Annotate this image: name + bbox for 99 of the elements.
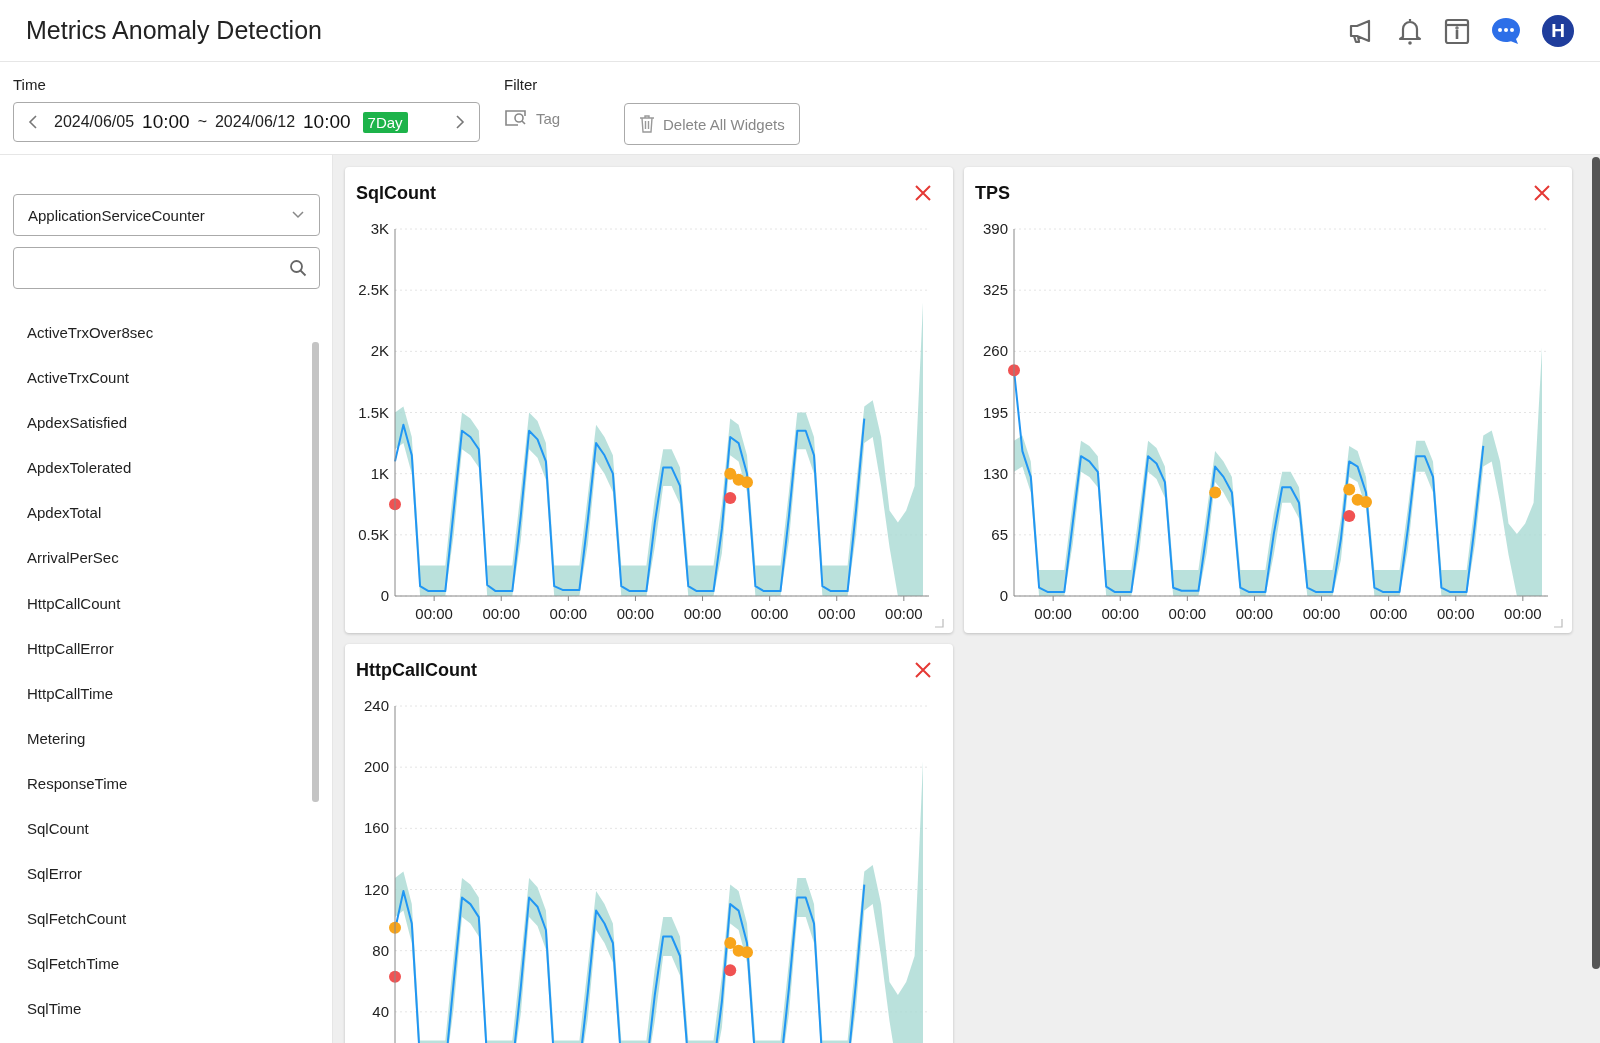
y-axis-label: 0 — [380, 587, 389, 604]
y-axis-label: 200 — [363, 758, 389, 776]
y-axis-label: 160 — [363, 819, 389, 837]
metric-list-item[interactable]: ApdexTolerated — [27, 445, 320, 491]
anomaly-dot[interactable] — [1343, 510, 1356, 522]
metric-list-item[interactable]: HttpCallTime — [27, 670, 320, 716]
scrollbar-thumb[interactable] — [312, 342, 319, 802]
anomaly-dot[interactable] — [1360, 496, 1372, 509]
tag-search-icon — [504, 108, 528, 128]
x-axis-label: 00:00 — [1168, 605, 1207, 622]
delete-all-widgets-button[interactable]: Delete All Widgets — [624, 103, 800, 145]
scrollbar-thumb[interactable] — [1592, 157, 1600, 969]
info-book-icon[interactable] — [1444, 16, 1470, 45]
avatar[interactable]: H — [1542, 14, 1574, 47]
widget-title: TPS — [975, 181, 1010, 204]
x-axis-label: 00:00 — [415, 605, 453, 622]
start-time: 10:00 — [142, 111, 190, 133]
metric-list-item[interactable]: ResponseTime — [27, 760, 320, 807]
chevron-left-icon[interactable] — [28, 114, 38, 130]
resize-handle-icon[interactable] — [934, 618, 944, 628]
range-separator: ~ — [197, 113, 207, 131]
metric-list-item[interactable]: ActiveTrxOver8sec — [27, 310, 320, 356]
y-axis-label: 120 — [363, 880, 389, 898]
y-axis-label: 80 — [372, 941, 389, 959]
y-axis-label: 0.5K — [358, 525, 389, 543]
y-axis-label: 260 — [982, 342, 1008, 360]
time-range-picker[interactable]: 2024/06/05 10:00 ~ 2024/06/12 10:00 7Day — [13, 102, 480, 142]
metric-list-item[interactable]: ApdexTotal — [27, 490, 320, 536]
x-axis-label: 00:00 — [616, 605, 655, 622]
x-axis-label: 00:00 — [1436, 605, 1475, 622]
y-axis-label: 240 — [363, 697, 389, 714]
close-button[interactable] — [1534, 185, 1550, 201]
y-axis-label: 390 — [982, 220, 1008, 237]
metric-list-item[interactable]: SqlCount — [27, 806, 320, 852]
x-axis-label: 00:00 — [683, 605, 722, 622]
y-axis-label: 3K — [370, 220, 389, 237]
anomaly-dot[interactable] — [1008, 364, 1020, 377]
chat-icon[interactable] — [1490, 15, 1522, 46]
counter-dropdown[interactable]: ApplicationServiceCounter — [13, 194, 320, 236]
anomaly-dot[interactable] — [724, 937, 737, 950]
anomaly-dot[interactable] — [1209, 486, 1222, 499]
x-axis-label: 00:00 — [482, 605, 520, 622]
x-axis-label: 00:00 — [1369, 605, 1408, 622]
anomaly-dot[interactable] — [724, 964, 737, 977]
metric-list-item[interactable]: Metering — [27, 715, 320, 761]
x-axis-label: 00:00 — [1302, 605, 1341, 622]
time-label: Time — [13, 76, 47, 94]
y-axis-label: 325 — [982, 281, 1008, 299]
y-axis-label: 2.5K — [358, 281, 389, 299]
anomaly-dot[interactable] — [389, 970, 401, 983]
metric-list-item[interactable]: SqlTime — [27, 986, 320, 1032]
chevron-right-icon[interactable] — [455, 114, 465, 130]
widget-title: SqlCount — [356, 181, 436, 204]
anomaly-dot[interactable] — [389, 921, 401, 934]
anomaly-dot[interactable] — [724, 492, 737, 504]
x-axis-label: 00:00 — [1101, 605, 1139, 622]
chevron-down-icon — [292, 211, 304, 219]
y-axis-label: 1.5K — [358, 403, 389, 421]
start-date: 2024/06/05 — [54, 113, 135, 131]
y-axis-label: 195 — [982, 403, 1008, 421]
widget-title: HttpCallCount — [356, 658, 477, 681]
metric-list-item[interactable]: ApdexSatisfied — [27, 400, 320, 446]
filter-label: Filter — [504, 76, 539, 94]
resize-handle-icon[interactable] — [1553, 618, 1563, 628]
trash-icon — [639, 115, 655, 133]
metric-list-item[interactable]: ArrivalPerSec — [27, 535, 320, 581]
anomaly-dot[interactable] — [1343, 483, 1356, 496]
anomaly-dot[interactable] — [741, 946, 753, 959]
y-axis-label: 65 — [991, 525, 1008, 543]
y-axis-label: 0 — [999, 587, 1008, 604]
page-title: Metrics Anomaly Detection — [26, 16, 322, 45]
y-axis-label: 1K — [370, 464, 389, 482]
x-axis-label: 00:00 — [1235, 605, 1274, 622]
end-time: 10:00 — [303, 111, 351, 133]
anomaly-dot[interactable] — [741, 476, 753, 489]
x-axis-label: 00:00 — [1504, 605, 1542, 622]
anomaly-dot[interactable] — [724, 467, 737, 480]
x-axis-label: 00:00 — [885, 605, 923, 622]
x-axis-label: 00:00 — [1034, 605, 1072, 622]
metric-list-item[interactable]: HttpCallCount — [27, 580, 320, 626]
close-button[interactable] — [915, 662, 931, 678]
end-date: 2024/06/12 — [214, 113, 296, 131]
tag-filter-button[interactable]: Tag — [504, 102, 624, 134]
y-axis-label: 2K — [370, 342, 389, 360]
anomaly-dot[interactable] — [389, 498, 401, 511]
x-axis-label: 00:00 — [750, 605, 789, 622]
metric-list-item[interactable]: SqlFetchTime — [27, 941, 320, 987]
metric-list-item[interactable]: ActiveTrxCount — [27, 355, 320, 401]
metric-list-item[interactable]: HttpCallError — [27, 625, 320, 671]
x-axis-label: 00:00 — [817, 605, 856, 622]
metric-list-item[interactable]: SqlError — [27, 851, 320, 897]
search-field[interactable] — [13, 247, 320, 289]
range-badge: 7Day — [362, 111, 408, 133]
x-axis-label: 00:00 — [549, 605, 588, 622]
metric-list-item[interactable]: SqlFetchCount — [27, 896, 320, 942]
y-axis-label: 40 — [372, 1002, 389, 1020]
y-axis-label: 130 — [982, 464, 1008, 482]
search-icon — [289, 259, 307, 277]
close-button[interactable] — [915, 185, 931, 201]
